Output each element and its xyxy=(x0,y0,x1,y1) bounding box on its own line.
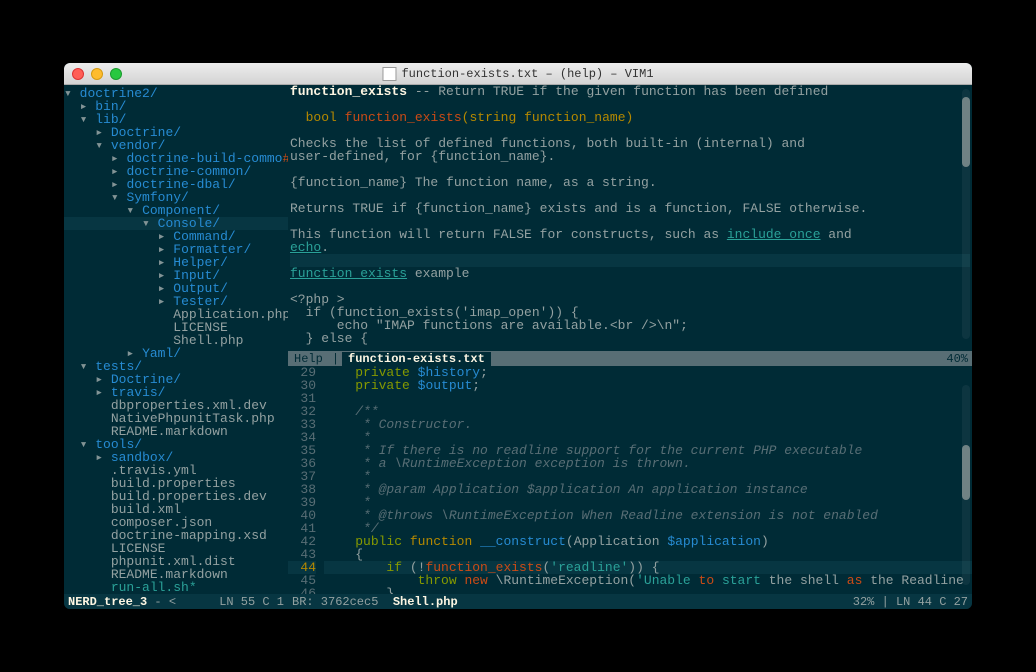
code-pane[interactable]: 293031323334353637383940414243444546 pri… xyxy=(288,366,972,594)
code-line[interactable] xyxy=(324,392,972,405)
tabline: Help | function-exists.txt 40% xyxy=(288,351,972,366)
code-line[interactable]: private $output; xyxy=(324,379,972,392)
code-line[interactable]: public function __construct(Application … xyxy=(324,535,972,548)
tree-pos: LN 55 C 1 xyxy=(219,595,284,609)
line-numbers: 293031323334353637383940414243444546 xyxy=(288,366,324,594)
tree-statusline: NERD_tree_3 - < LN 55 C 1 xyxy=(64,594,288,609)
help-line: {function_name} The function name, as a … xyxy=(290,176,970,189)
scrollbar-bottom[interactable] xyxy=(962,385,970,585)
code-pos: LN 44 C 27 xyxy=(896,595,968,609)
document-icon xyxy=(382,67,396,81)
titlebar: function-exists.txt – (help) – VIM1 xyxy=(64,63,972,85)
code-statusline: BR: 3762cec5 Shell.php 32% | LN 44 C 27 xyxy=(288,594,972,609)
close-button[interactable] xyxy=(72,68,84,80)
minimize-button[interactable] xyxy=(91,68,103,80)
nerdtree-pane[interactable]: ▾ doctrine2/ ▸ bin/ ▾ lib/ ▸ Doctrine/ ▾… xyxy=(64,85,288,609)
window-title: function-exists.txt – (help) – VIM1 xyxy=(382,67,653,81)
code-line[interactable]: * @throws \RuntimeException When Readlin… xyxy=(324,509,972,522)
code-line[interactable]: * @param Application $application An app… xyxy=(324,483,972,496)
file-tree[interactable]: ▾ doctrine2/ ▸ bin/ ▾ lib/ ▸ Doctrine/ ▾… xyxy=(64,85,288,594)
code-content[interactable]: private $history; private $output; /** *… xyxy=(324,366,972,594)
editor-area: ▾ doctrine2/ ▸ bin/ ▾ lib/ ▸ Doctrine/ ▾… xyxy=(64,85,972,609)
code-line[interactable]: * a \RuntimeException exception is throw… xyxy=(324,457,972,470)
scrollbar-top[interactable] xyxy=(962,89,970,339)
tab-help[interactable]: Help xyxy=(288,352,329,366)
window: function-exists.txt – (help) – VIM1 ▾ do… xyxy=(64,63,972,609)
code-line[interactable]: * Constructor. xyxy=(324,418,972,431)
help-content: function_exists -- Return TRUE if the gi… xyxy=(288,85,972,345)
maximize-button[interactable] xyxy=(110,68,122,80)
help-pane[interactable]: function_exists -- Return TRUE if the gi… xyxy=(288,85,972,351)
help-line: bool function_exists(string function_nam… xyxy=(290,111,970,124)
code-line[interactable]: throw new \RuntimeException('Unable to s… xyxy=(324,574,972,587)
help-line: function_exists -- Return TRUE if the gi… xyxy=(290,85,970,98)
line-number: 46 xyxy=(288,587,316,594)
tree-line[interactable]: run-all.sh* xyxy=(64,581,288,594)
scroll-thumb-icon[interactable] xyxy=(962,445,970,500)
tab-pct: 40% xyxy=(491,352,972,366)
tree-mode: - < xyxy=(154,595,176,609)
help-line: Returns TRUE if {function_name} exists a… xyxy=(290,202,970,215)
tab-separator: | xyxy=(329,352,342,366)
traffic-lights xyxy=(72,68,122,80)
help-line: echo "IMAP functions are available.<br /… xyxy=(290,319,970,332)
scroll-thumb-icon[interactable] xyxy=(962,97,970,167)
tab-active[interactable]: function-exists.txt xyxy=(342,352,491,366)
title-text: function-exists.txt – (help) – VIM1 xyxy=(401,67,653,81)
filename: Shell.php xyxy=(393,595,458,609)
tree-name: NERD_tree_3 xyxy=(68,595,147,609)
help-line: This function will return FALSE for cons… xyxy=(290,228,970,241)
help-line: echo. xyxy=(290,241,970,254)
git-branch: BR: 3762cec5 xyxy=(292,595,378,609)
help-line: function_exists example xyxy=(290,267,970,280)
help-line xyxy=(290,280,970,293)
code-pct: 32% xyxy=(853,595,875,609)
help-line: user-defined, for {function_name}. xyxy=(290,150,970,163)
main-pane: function_exists -- Return TRUE if the gi… xyxy=(288,85,972,609)
code-line[interactable]: } xyxy=(324,587,972,594)
help-line: } else { xyxy=(290,332,970,345)
